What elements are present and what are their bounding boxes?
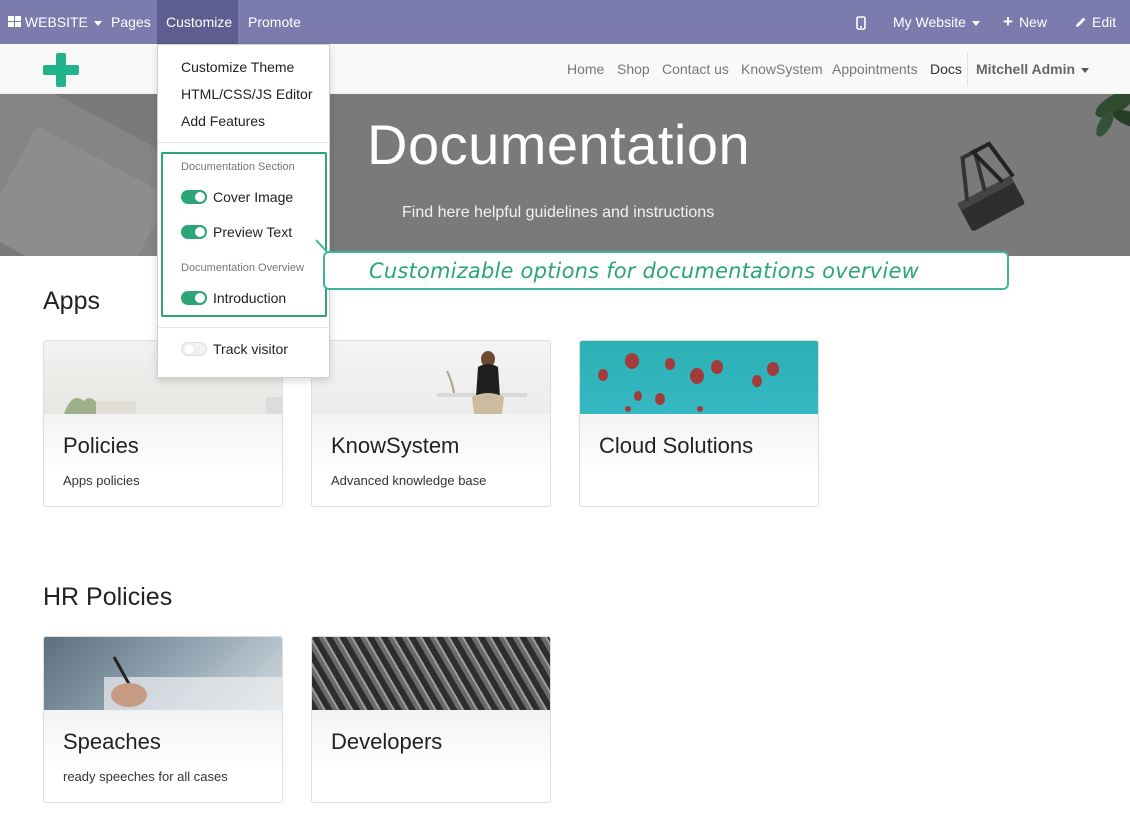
plus-icon: + <box>1003 12 1013 31</box>
nav-knowsystem[interactable]: KnowSystem <box>741 44 823 94</box>
track-visitor-toggle[interactable] <box>181 342 207 356</box>
card-title: Speaches <box>63 729 161 754</box>
card-cover-image <box>580 341 818 414</box>
edit-button-label: Edit <box>1092 14 1117 30</box>
menu-divider <box>158 327 329 328</box>
website-menu[interactable]: WEBSITE <box>8 0 102 44</box>
website-selector[interactable]: My Website <box>893 0 980 44</box>
nav-home[interactable]: Home <box>567 44 604 94</box>
doc-card-developers[interactable]: Developers <box>311 636 551 803</box>
card-description: Advanced knowledge base <box>331 473 487 488</box>
menu-item-add-features[interactable]: Add Features <box>181 113 265 129</box>
nav-shop[interactable]: Shop <box>617 44 650 94</box>
callout-annotation: Customizable options for documentations … <box>323 251 1009 290</box>
nav-contact-us[interactable]: Contact us <box>662 44 729 94</box>
chevron-down-icon <box>93 20 102 26</box>
apps-grid-icon <box>8 1 21 45</box>
nav-docs[interactable]: Docs <box>930 44 962 94</box>
card-cover-image <box>312 637 550 710</box>
plant-image <box>1085 94 1130 144</box>
card-cover-image <box>312 341 550 414</box>
doc-card-cloud-solutions[interactable]: Cloud Solutions <box>579 340 819 507</box>
promote-menu[interactable]: Promote <box>248 0 301 44</box>
doc-card-knowsystem[interactable]: KnowSystem Advanced knowledge base <box>311 340 551 507</box>
card-description: Apps policies <box>63 473 140 488</box>
mobile-preview-icon[interactable] <box>856 0 866 44</box>
menu-item-html-editor[interactable]: HTML/CSS/JS Editor <box>181 86 312 102</box>
binder-clip-image <box>930 134 1050 234</box>
banner-subtitle: Find here helpful guidelines and instruc… <box>402 204 715 221</box>
menu-item-customize-theme[interactable]: Customize Theme <box>181 59 294 75</box>
admin-bar: WEBSITE Pages Customize Promote My Websi… <box>0 0 1130 44</box>
pages-menu[interactable]: Pages <box>111 0 151 44</box>
highlight-box <box>161 152 327 317</box>
pencil-icon <box>1075 1 1087 45</box>
customize-menu[interactable]: Customize <box>157 0 238 44</box>
nav-appointments[interactable]: Appointments <box>832 44 918 94</box>
card-cover-image <box>44 637 282 710</box>
nav-divider <box>967 52 968 86</box>
chevron-down-icon <box>1081 67 1090 73</box>
site-logo[interactable] <box>43 53 79 87</box>
track-visitor-label[interactable]: Track visitor <box>213 341 288 357</box>
section-title-apps: Apps <box>43 287 100 315</box>
website-selector-label: My Website <box>893 14 966 30</box>
banner-title: Documentation <box>367 113 751 176</box>
user-name: Mitchell Admin <box>976 61 1076 77</box>
callout-text: Customizable options for documentations … <box>369 259 919 283</box>
card-title: Policies <box>63 433 139 458</box>
new-button[interactable]: + New <box>1003 0 1047 44</box>
card-title: Developers <box>331 729 443 754</box>
chevron-down-icon <box>971 20 980 26</box>
website-menu-label: WEBSITE <box>24 14 88 30</box>
section-title-hr-policies: HR Policies <box>43 583 173 611</box>
new-button-label: New <box>1018 14 1047 30</box>
doc-card-speaches[interactable]: Speaches ready speeches for all cases <box>43 636 283 803</box>
card-title: KnowSystem <box>331 433 460 458</box>
edit-button[interactable]: Edit <box>1075 0 1116 44</box>
card-title: Cloud Solutions <box>599 433 754 458</box>
menu-divider <box>158 142 329 143</box>
user-menu[interactable]: Mitchell Admin <box>976 44 1090 94</box>
card-description: ready speeches for all cases <box>63 769 228 784</box>
